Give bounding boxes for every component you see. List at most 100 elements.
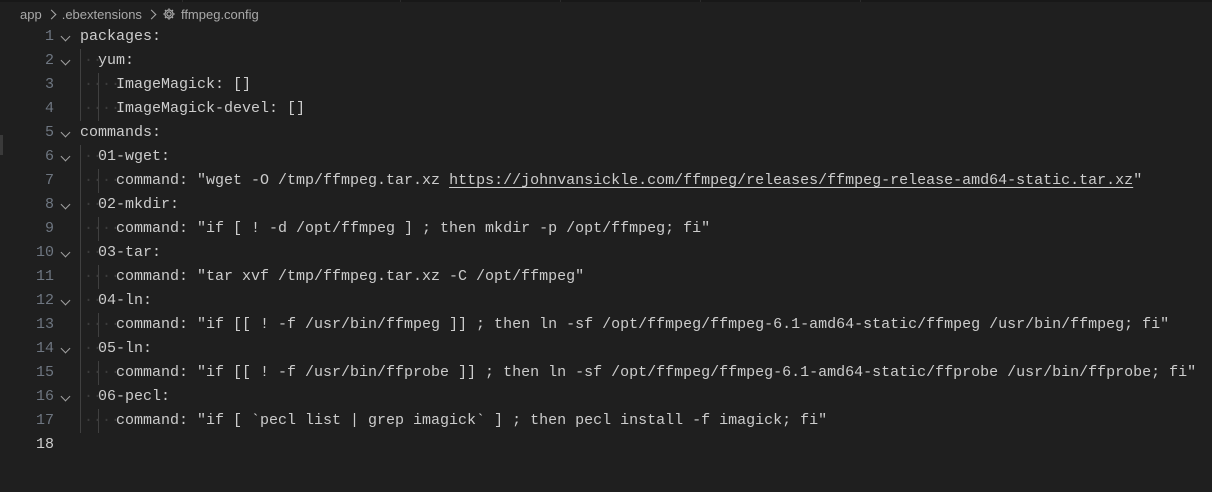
indent-guide bbox=[80, 217, 81, 241]
line-number: 11 bbox=[35, 268, 54, 285]
line-content: ···· command: "if [ `pecl list | grep ima… bbox=[84, 409, 828, 433]
chevron-down-icon[interactable] bbox=[60, 295, 71, 306]
breadcrumb-item-ebextensions[interactable]: .ebextensions bbox=[62, 7, 142, 22]
chevron-down-icon[interactable] bbox=[60, 31, 71, 42]
code-text: 03-tar: bbox=[98, 244, 162, 261]
line-number: 12 bbox=[35, 292, 54, 309]
code-text: yum: bbox=[98, 52, 135, 69]
line-number: 14 bbox=[35, 340, 54, 357]
line-number: 16 bbox=[35, 388, 54, 405]
code-line[interactable]: 12 ·· 04-ln: bbox=[0, 289, 1212, 313]
line-number: 7 bbox=[44, 172, 54, 189]
code-line[interactable]: 13 ···· command: "if [[ ! -f /usr/bin/ffmp… bbox=[0, 313, 1212, 337]
chevron-right-icon bbox=[46, 9, 57, 19]
line-content: ···· command: "tar xvf /tmp/ffmpeg.tar.xz… bbox=[84, 265, 585, 289]
line-number: 4 bbox=[44, 100, 54, 117]
code-line[interactable]: 18 bbox=[0, 433, 1212, 457]
chevron-down-icon[interactable] bbox=[60, 391, 71, 402]
line-content: ·· 04-ln: bbox=[84, 289, 153, 313]
code-line[interactable]: 5 commands: bbox=[0, 121, 1212, 145]
whitespace-marker: ···· bbox=[84, 412, 121, 429]
line-number: 15 bbox=[35, 364, 54, 381]
code-text: command: "tar xvf /tmp/ffmpeg.tar.xz -C … bbox=[116, 268, 585, 285]
whitespace-marker: ···· bbox=[84, 100, 121, 117]
code-line[interactable]: 10 ·· 03-tar: bbox=[0, 241, 1212, 265]
line-content: ·· 01-wget: bbox=[84, 145, 171, 169]
code-text-tail: " bbox=[1133, 172, 1143, 189]
chevron-down-icon[interactable] bbox=[60, 247, 71, 258]
indent-guide bbox=[80, 193, 81, 217]
code-lines[interactable]: 1 packages: 2 ·· yum: 3 ···· ImageMagick: [] 4 ··… bbox=[0, 25, 1212, 465]
code-editor[interactable]: app .ebextensions ffmpeg.config 1 package… bbox=[0, 0, 1212, 492]
line-content: ···· command: "if [ ! -d /opt/ffmpeg ] ; … bbox=[84, 217, 710, 241]
line-content: ·· 02-mkdir: bbox=[84, 193, 180, 217]
line-content: ·· 06-pecl: bbox=[84, 385, 171, 409]
indent-guide bbox=[80, 385, 81, 409]
code-line[interactable]: 16 ·· 06-pecl: bbox=[0, 385, 1212, 409]
code-text: packages: bbox=[80, 28, 162, 45]
code-text: 05-ln: bbox=[98, 340, 153, 357]
indent-guide bbox=[80, 361, 81, 385]
line-number: 9 bbox=[44, 220, 54, 237]
breadcrumb-item-app[interactable]: app bbox=[20, 7, 42, 22]
whitespace-marker: ···· bbox=[84, 316, 121, 333]
chevron-down-icon[interactable] bbox=[60, 199, 71, 210]
code-line[interactable]: 2 ·· yum: bbox=[0, 49, 1212, 73]
whitespace-marker: ···· bbox=[84, 220, 121, 237]
indent-guide bbox=[80, 49, 81, 73]
code-text: 06-pecl: bbox=[98, 388, 171, 405]
chevron-down-icon[interactable] bbox=[60, 127, 71, 138]
indent-guide bbox=[80, 409, 81, 433]
code-text: command: "wget -O /tmp/ffmpeg.tar.xz bbox=[116, 172, 450, 189]
whitespace-marker: ·· bbox=[84, 52, 103, 69]
whitespace-marker: ·· bbox=[84, 292, 103, 309]
code-text: 01-wget: bbox=[98, 148, 171, 165]
chevron-down-icon[interactable] bbox=[60, 55, 71, 66]
chevron-right-icon bbox=[146, 9, 157, 19]
line-number: 2 bbox=[44, 52, 54, 69]
chevron-down-icon[interactable] bbox=[60, 343, 71, 354]
indent-guide bbox=[80, 97, 81, 121]
code-line[interactable]: 3 ···· ImageMagick: [] bbox=[0, 73, 1212, 97]
code-line[interactable]: 11 ···· command: "tar xvf /tmp/ffmpeg.tar.… bbox=[0, 265, 1212, 289]
code-text: ImageMagick: [] bbox=[116, 76, 252, 93]
url-link[interactable]: https://johnvansickle.com/ffmpeg/release… bbox=[449, 172, 1133, 189]
code-text: commands: bbox=[80, 124, 162, 141]
whitespace-marker: ·· bbox=[84, 340, 103, 357]
line-number: 10 bbox=[35, 244, 54, 261]
line-number: 18 bbox=[35, 436, 54, 453]
code-text: 04-ln: bbox=[98, 292, 153, 309]
line-number: 17 bbox=[35, 412, 54, 429]
indent-guide bbox=[80, 169, 81, 193]
code-text: 02-mkdir: bbox=[98, 196, 180, 213]
whitespace-marker: ·· bbox=[84, 244, 103, 261]
code-line[interactable]: 4 ···· ImageMagick-devel: [] bbox=[0, 97, 1212, 121]
indent-guide bbox=[80, 145, 81, 169]
code-line[interactable]: 6 ·· 01-wget: bbox=[0, 145, 1212, 169]
code-line[interactable]: 7 ···· command: "wget -O /tmp/ffmpeg.tar.x… bbox=[0, 169, 1212, 193]
line-number: 13 bbox=[35, 316, 54, 333]
breadcrumb: app .ebextensions ffmpeg.config bbox=[0, 2, 1212, 26]
breadcrumb-item-file[interactable]: ffmpeg.config bbox=[181, 7, 259, 22]
line-content: ···· command: "if [[ ! -f /usr/bin/ffmpeg… bbox=[84, 313, 1169, 337]
gear-icon bbox=[162, 7, 176, 21]
line-content: ···· ImageMagick-devel: [] bbox=[84, 97, 305, 121]
code-line[interactable]: 8 ·· 02-mkdir: bbox=[0, 193, 1212, 217]
code-line[interactable]: 17 ···· command: "if [ `pecl list | grep i… bbox=[0, 409, 1212, 433]
indent-guide bbox=[80, 241, 81, 265]
whitespace-marker: ·· bbox=[84, 388, 103, 405]
line-content: ···· command: "if [[ ! -f /usr/bin/ffprob… bbox=[84, 361, 1197, 385]
line-content: ·· 05-ln: bbox=[84, 337, 153, 361]
indent-guide bbox=[80, 265, 81, 289]
code-line[interactable]: 9 ···· command: "if [ ! -d /opt/ffmpeg ] ;… bbox=[0, 217, 1212, 241]
chevron-down-icon[interactable] bbox=[60, 151, 71, 162]
code-line[interactable]: 15 ···· command: "if [[ ! -f /usr/bin/ffpr… bbox=[0, 361, 1212, 385]
line-number: 8 bbox=[44, 196, 54, 213]
code-line[interactable]: 1 packages: bbox=[0, 25, 1212, 49]
line-number: 1 bbox=[44, 28, 54, 45]
line-content: ·· yum: bbox=[84, 49, 135, 73]
code-line[interactable]: 14 ·· 05-ln: bbox=[0, 337, 1212, 361]
line-content: ···· command: "wget -O /tmp/ffmpeg.tar.xz… bbox=[84, 169, 1143, 193]
code-text: command: "if [ `pecl list | grep imagick… bbox=[116, 412, 828, 429]
code-text: command: "if [[ ! -f /usr/bin/ffprobe ]]… bbox=[116, 364, 1197, 381]
